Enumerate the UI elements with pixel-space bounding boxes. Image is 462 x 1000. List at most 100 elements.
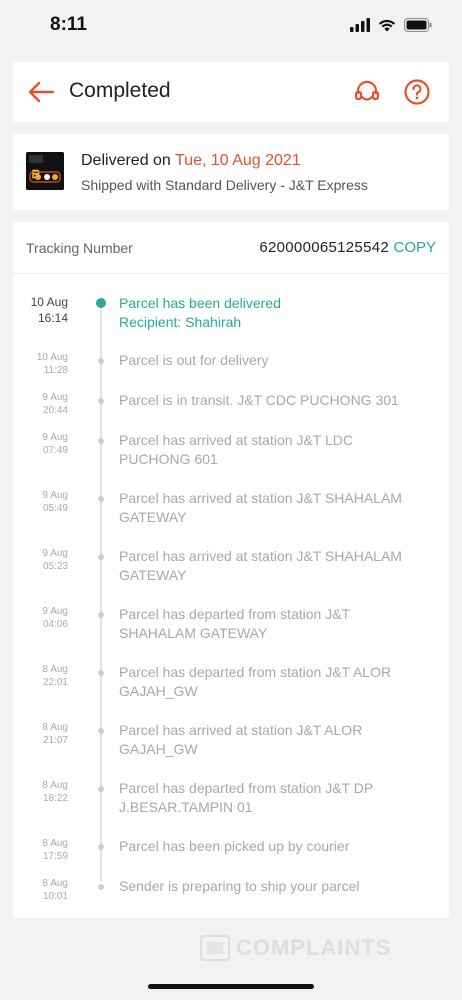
product-thumbnail: ᗷ (26, 152, 64, 190)
event-text-line2: GATEWAY (119, 567, 187, 583)
event-datetime: 9 Aug 05:23 (42, 547, 68, 573)
event-date: 10 Aug (30, 295, 68, 309)
home-indicator[interactable] (148, 984, 314, 989)
event-dot (98, 496, 104, 502)
tracking-card: Tracking Number 620000065125542 COPY 10 … (13, 222, 449, 918)
event-datetime: 9 Aug 20:44 (42, 391, 68, 417)
watermark-text: COMPLAINTS (236, 935, 392, 960)
event-datetime: 8 Aug 18:22 (42, 779, 68, 805)
event-text-line2: PUCHONG 601 (119, 451, 218, 467)
event-dot (96, 298, 106, 308)
event-date: 9 Aug (42, 490, 68, 501)
event-text-line1: Parcel has arrived at station J&T ALOR (119, 722, 363, 738)
event-time: 18:22 (42, 793, 68, 804)
event-datetime: 10 Aug 16:14 (31, 294, 68, 326)
shipping-method-text: Shipped with Standard Delivery - J&T Exp… (81, 177, 368, 193)
copy-tracking-button[interactable]: COPY (393, 239, 436, 256)
customer-support-button[interactable] (353, 78, 381, 106)
status-time: 8:11 (50, 14, 87, 35)
event-text-line1: Parcel has been picked up by courier (119, 838, 350, 854)
event-date: 8 Aug (42, 664, 68, 675)
event-datetime: 8 Aug 10:01 (42, 877, 68, 903)
event-dot (98, 884, 104, 890)
event-time: 20:44 (42, 405, 68, 416)
event-date: 8 Aug (42, 878, 68, 889)
status-bar: 8:11 (0, 0, 462, 52)
headset-icon (354, 80, 380, 101)
event-text-line1: Parcel has departed from station J&T DP (119, 780, 374, 796)
event-datetime: 9 Aug 07:49 (42, 431, 68, 457)
event-dot (98, 844, 104, 850)
event-dot (98, 670, 104, 676)
wifi-icon (378, 19, 396, 32)
event-text-line1: Sender is preparing to ship your parcel (119, 878, 360, 894)
header-bar: Completed (13, 62, 449, 122)
battery-icon (404, 18, 432, 32)
event-date: 8 Aug (42, 780, 68, 791)
event-text-line1: Parcel has been delivered (119, 295, 281, 311)
event-text-line2: J.BESAR.TAMPIN 01 (119, 799, 253, 815)
event-date: 9 Aug (42, 432, 68, 443)
event-description: Parcel has been picked up by courier (119, 837, 439, 856)
event-dot (98, 358, 104, 364)
event-datetime: 9 Aug 05:49 (42, 489, 68, 515)
event-datetime: 8 Aug 17:59 (42, 837, 68, 863)
event-dot (98, 786, 104, 792)
event-description: Parcel has arrived at station J&T SHAHAL… (119, 489, 439, 527)
delivered-date: Tue, 10 Aug 2021 (174, 152, 301, 169)
event-text-line1: Parcel is in transit. J&T CDC PUCHONG 30… (119, 392, 399, 408)
event-date: 10 Aug (36, 352, 68, 363)
event-time: 17:59 (42, 851, 68, 862)
event-description: Parcel is in transit. J&T CDC PUCHONG 30… (119, 391, 439, 410)
event-text-line1: Parcel has arrived at station J&T SHAHAL… (119, 490, 402, 506)
event-time: 05:49 (42, 503, 68, 514)
event-time: 22:01 (42, 677, 68, 688)
help-button[interactable] (403, 78, 431, 106)
event-dot (98, 398, 104, 404)
event-text-line2: GAJAH_GW (119, 741, 198, 757)
tracking-number-row: Tracking Number 620000065125542 COPY (13, 222, 449, 274)
watermark: COMPLAINTS (200, 935, 391, 961)
event-datetime: 10 Aug 11:28 (37, 351, 68, 377)
event-time: 16:14 (37, 311, 68, 325)
page-title: Completed (69, 79, 171, 102)
back-button[interactable] (27, 80, 55, 104)
event-description: Parcel has departed from station J&T DP J… (119, 779, 439, 817)
event-text-line2: Recipient: Shahirah (119, 314, 242, 330)
event-text-line1: Parcel is out for delivery (119, 352, 269, 368)
event-description: Parcel has arrived at station J&T ALOR GA… (119, 721, 439, 759)
event-time: 04:06 (42, 619, 68, 630)
event-text-line1: Parcel has arrived at station J&T SHAHAL… (119, 548, 402, 564)
event-text-line2: GAJAH_GW (119, 683, 198, 699)
event-text-line1: Parcel has arrived at station J&T LDC (119, 432, 353, 448)
event-datetime: 8 Aug 21:07 (42, 721, 68, 747)
event-date: 9 Aug (42, 606, 68, 617)
event-date: 8 Aug (42, 838, 68, 849)
delivery-summary-card: ᗷ Delivered on Tue, 10 Aug 2021 Shipped … (13, 134, 449, 210)
event-time: 07:49 (42, 445, 68, 456)
event-text-line1: Parcel has departed from station J&T (119, 606, 351, 622)
signal-icon (350, 18, 370, 32)
event-dot (98, 612, 104, 618)
event-text-line2: GATEWAY (119, 509, 187, 525)
event-description: Parcel is out for delivery (119, 351, 439, 370)
timeline-line (100, 302, 102, 882)
event-date: 8 Aug (42, 722, 68, 733)
event-datetime: 8 Aug 22:01 (42, 663, 68, 689)
event-description: Parcel has departed from station J&T ALO… (119, 663, 439, 701)
event-description: Parcel has been delivered Recipient: Shah… (119, 294, 439, 332)
status-icons (350, 16, 432, 34)
event-time: 11:28 (43, 365, 68, 376)
tracking-number-label: Tracking Number (26, 240, 133, 256)
delivered-on-text: Delivered on Tue, 10 Aug 2021 (81, 152, 301, 170)
event-dot (98, 728, 104, 734)
watermark-logo-icon (200, 935, 230, 961)
event-dot (98, 554, 104, 560)
event-dot (98, 438, 104, 444)
event-description: Parcel has departed from station J&T SHAH… (119, 605, 439, 643)
event-time: 10:01 (42, 891, 68, 902)
event-description: Parcel has arrived at station J&T LDC PUC… (119, 431, 439, 469)
event-description: Parcel has arrived at station J&T SHAHAL… (119, 547, 439, 585)
event-text-line1: Parcel has departed from station J&T ALO… (119, 664, 392, 680)
event-time: 21:07 (42, 735, 68, 746)
